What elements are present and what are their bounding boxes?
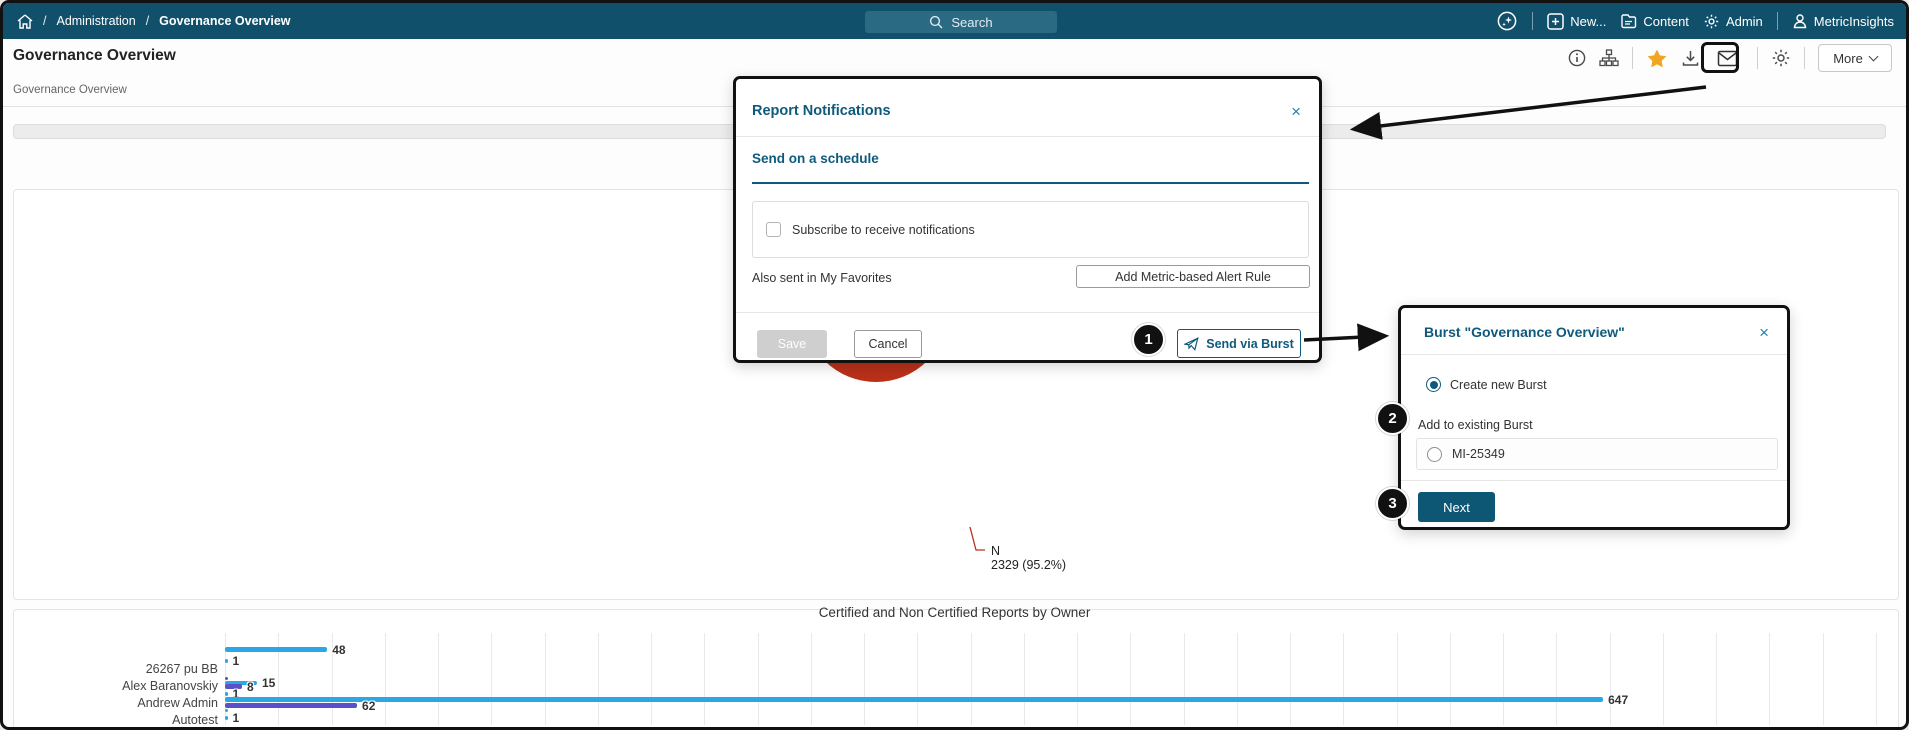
bar-segment[interactable] [225, 692, 228, 696]
nav-divider [1532, 12, 1533, 30]
breadcrumb: / Administration / Governance Overview [3, 14, 291, 29]
section-underline [752, 182, 1309, 184]
burst-modal: Burst "Governance Overview" × Create new… [1398, 305, 1790, 530]
arrow-to-report-modal [1355, 87, 1706, 129]
page-subtitle: Governance Overview [13, 84, 127, 96]
nav-item-user[interactable]: MetricInsights [1792, 13, 1894, 29]
paper-plane-icon [1184, 337, 1199, 351]
search-input[interactable]: Search [865, 11, 1057, 33]
bar-segment[interactable] [225, 716, 228, 720]
top-nav-right: New... Content Admin MetricInsights [1496, 3, 1894, 39]
breadcrumb-item-administration[interactable]: Administration [56, 14, 135, 28]
page-title: Governance Overview [13, 47, 176, 65]
home-icon[interactable] [17, 14, 33, 29]
document-icon [1620, 13, 1637, 30]
modal-header-divider [736, 136, 1319, 137]
bar-segment[interactable] [225, 709, 228, 712]
create-new-burst-option[interactable]: Create new Burst [1426, 377, 1547, 392]
app-window: / Administration / Governance Overview S… [0, 0, 1909, 730]
nav-item-new[interactable]: New... [1547, 13, 1606, 30]
search-icon [929, 15, 943, 29]
radio-unselected-icon[interactable] [1427, 447, 1442, 462]
step-badge-3: 3 [1376, 487, 1409, 520]
top-nav: / Administration / Governance Overview S… [3, 3, 1906, 39]
gear-icon[interactable] [1771, 48, 1791, 68]
next-button[interactable]: Next [1418, 492, 1495, 522]
sitemap-icon[interactable] [1599, 49, 1619, 67]
ai-assistant-icon[interactable] [1496, 10, 1518, 32]
modal-title: Report Notifications [752, 103, 891, 119]
report-notifications-modal: Report Notifications × Send on a schedul… [733, 76, 1322, 363]
radio-selected-icon[interactable] [1426, 377, 1441, 392]
modal-header-divider [1401, 354, 1787, 355]
search-placeholder: Search [951, 15, 992, 30]
nav-item-admin[interactable]: Admin [1703, 13, 1763, 30]
star-icon[interactable] [1646, 48, 1668, 69]
modal-footer-divider [736, 312, 1319, 313]
more-label: More [1833, 51, 1863, 66]
header-divider-bar [1757, 47, 1758, 69]
create-new-burst-label: Create new Burst [1450, 378, 1547, 392]
modal-footer-divider [1401, 480, 1787, 481]
step-badge-1: 1 [1132, 323, 1165, 356]
subscribe-checkbox[interactable] [766, 222, 781, 237]
breadcrumb-item-current: Governance Overview [159, 14, 290, 28]
existing-burst-option[interactable]: MI-25349 [1416, 438, 1778, 470]
nav-divider [1777, 12, 1778, 30]
bar-segment[interactable] [225, 703, 357, 708]
schedule-section-title: Send on a schedule [752, 151, 879, 166]
subscribe-box: Subscribe to receive notifications [752, 201, 1309, 258]
send-via-burst-label: Send via Burst [1206, 337, 1294, 351]
donut-slice-value: 2329 (95.2%) [991, 558, 1066, 572]
add-existing-label: Add to existing Burst [1418, 418, 1533, 432]
nav-item-label: Admin [1726, 14, 1763, 29]
nav-item-label: New... [1570, 14, 1606, 29]
close-icon[interactable]: × [1291, 103, 1301, 120]
person-icon [1792, 13, 1808, 29]
gear-icon [1703, 13, 1720, 30]
bar-segment[interactable] [225, 697, 1603, 702]
download-icon[interactable] [1681, 49, 1700, 68]
bar-segment[interactable] [225, 684, 242, 689]
breadcrumb-separator: / [43, 14, 46, 28]
donut-slice-label: N [991, 544, 1000, 558]
step-badge-2: 2 [1376, 402, 1409, 435]
existing-burst-label: MI-25349 [1452, 447, 1505, 461]
breadcrumb-separator: / [146, 14, 149, 28]
favorites-note: Also sent in My Favorites [752, 271, 892, 285]
bar-segment[interactable] [225, 659, 228, 663]
subscribe-label: Subscribe to receive notifications [792, 223, 975, 237]
bar-segment[interactable] [225, 677, 228, 680]
bar-segment[interactable] [225, 647, 327, 652]
save-button[interactable]: Save [757, 330, 827, 358]
bar-chart-title: Certified and Non Certified Reports by O… [3, 605, 1906, 620]
info-icon[interactable] [1568, 49, 1586, 67]
nav-item-content[interactable]: Content [1620, 13, 1689, 30]
modal-title: Burst "Governance Overview" [1424, 324, 1625, 340]
plus-square-icon [1547, 13, 1564, 30]
cancel-button[interactable]: Cancel [854, 330, 922, 358]
nav-item-label: Content [1643, 14, 1689, 29]
header-divider-bar [1632, 47, 1633, 69]
header-divider-bar [1804, 47, 1805, 69]
nav-item-label: MetricInsights [1814, 14, 1894, 29]
envelope-highlight-box [1701, 42, 1739, 73]
add-metric-alert-button[interactable]: Add Metric-based Alert Rule [1076, 265, 1310, 288]
close-icon[interactable]: × [1759, 324, 1769, 341]
more-button[interactable]: More [1818, 44, 1892, 72]
bar-chart-card [13, 609, 1899, 730]
chevron-down-icon [1868, 52, 1878, 62]
send-via-burst-button[interactable]: Send via Burst [1177, 329, 1301, 358]
